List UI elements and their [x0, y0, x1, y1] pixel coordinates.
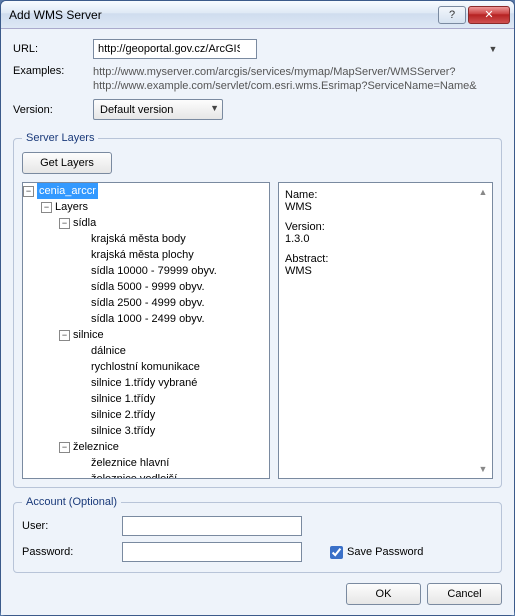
user-input[interactable] — [122, 516, 302, 536]
info-name-value: WMS — [285, 201, 486, 213]
chevron-down-icon[interactable]: ▼ — [210, 103, 219, 113]
version-select[interactable]: Default version — [93, 99, 223, 120]
tree-leaf-node[interactable]: krajská města body — [91, 231, 186, 247]
password-label: Password: — [22, 546, 122, 558]
tree-group-node[interactable]: sídla — [73, 215, 96, 231]
tree-group-node[interactable]: silnice — [73, 327, 104, 343]
layers-tree[interactable]: −cenia_arccr−Layers−sídlakrajská města b… — [22, 182, 270, 479]
tree-leaf-node[interactable]: sídla 1000 - 2499 obyv. — [91, 311, 205, 327]
scroll-up-icon[interactable]: ▲ — [476, 185, 490, 199]
password-input[interactable] — [122, 542, 302, 562]
scroll-down-icon[interactable]: ▼ — [476, 462, 490, 476]
tree-leaf-node[interactable]: sídla 2500 - 4999 obyv. — [91, 295, 205, 311]
save-password-label[interactable]: Save Password — [326, 543, 423, 562]
tree-group-node[interactable]: železnice — [73, 439, 119, 455]
examples-text: http://www.myserver.com/arcgis/services/… — [93, 65, 477, 93]
info-abstract-value: WMS — [285, 265, 486, 277]
info-version-value: 1.3.0 — [285, 233, 486, 245]
help-icon: ? — [449, 9, 455, 21]
help-button[interactable]: ? — [438, 6, 466, 24]
info-abstract-label: Abstract: — [285, 253, 486, 265]
version-label: Version: — [13, 104, 93, 116]
dialog-content: URL: ▼ Examples: http://www.myserver.com… — [1, 29, 514, 615]
example-line-2: http://www.example.com/servlet/com.esri.… — [93, 79, 477, 93]
chevron-down-icon[interactable]: ▼ — [486, 41, 500, 57]
server-layers-legend: Server Layers — [22, 132, 98, 144]
tree-leaf-node[interactable]: silnice 1.třídy — [91, 391, 155, 407]
close-button[interactable]: ✕ — [468, 6, 510, 24]
layer-info-pane: ▲ ▼ Name: WMS Version: 1.3.0 Abstract: W… — [278, 182, 493, 479]
example-line-1: http://www.myserver.com/arcgis/services/… — [93, 65, 477, 79]
dialog-add-wms-server: Add WMS Server ? ✕ URL: ▼ Examples: http… — [0, 0, 515, 616]
tree-layers-node[interactable]: Layers — [55, 199, 88, 215]
tree-leaf-node[interactable]: silnice 1.třídy vybrané — [91, 375, 197, 391]
cancel-button[interactable]: Cancel — [427, 583, 502, 605]
tree-leaf-node[interactable]: silnice 2.třídy — [91, 407, 155, 423]
account-legend: Account (Optional) — [22, 496, 121, 508]
url-input[interactable] — [93, 39, 257, 59]
get-layers-button[interactable]: Get Layers — [22, 152, 112, 174]
info-version-label: Version: — [285, 221, 486, 233]
save-password-text: Save Password — [347, 546, 423, 558]
info-name-label: Name: — [285, 189, 486, 201]
server-layers-group: Server Layers Get Layers −cenia_arccr−La… — [13, 132, 502, 488]
tree-leaf-node[interactable]: silnice 3.třídy — [91, 423, 155, 439]
close-icon: ✕ — [484, 8, 493, 21]
account-group: Account (Optional) User: Password: Save … — [13, 496, 502, 573]
examples-label: Examples: — [13, 65, 93, 77]
ok-button[interactable]: OK — [346, 583, 421, 605]
tree-root-node[interactable]: cenia_arccr — [37, 183, 98, 199]
tree-leaf-node[interactable]: sídla 10000 - 79999 obyv. — [91, 263, 217, 279]
titlebar: Add WMS Server ? ✕ — [1, 1, 514, 29]
save-password-checkbox[interactable] — [330, 546, 343, 559]
user-label: User: — [22, 520, 122, 532]
window-title: Add WMS Server — [9, 8, 436, 22]
tree-leaf-node[interactable]: sídla 5000 - 9999 obyv. — [91, 279, 205, 295]
tree-leaf-node[interactable]: železnice hlavní — [91, 455, 169, 471]
tree-leaf-node[interactable]: železnice vedlejší — [91, 471, 177, 478]
version-value: Default version — [100, 104, 173, 116]
dialog-footer: OK Cancel — [13, 583, 502, 605]
tree-leaf-node[interactable]: dálnice — [91, 343, 126, 359]
url-label: URL: — [13, 43, 93, 55]
tree-leaf-node[interactable]: rychlostní komunikace — [91, 359, 200, 375]
tree-leaf-node[interactable]: krajská města plochy — [91, 247, 194, 263]
